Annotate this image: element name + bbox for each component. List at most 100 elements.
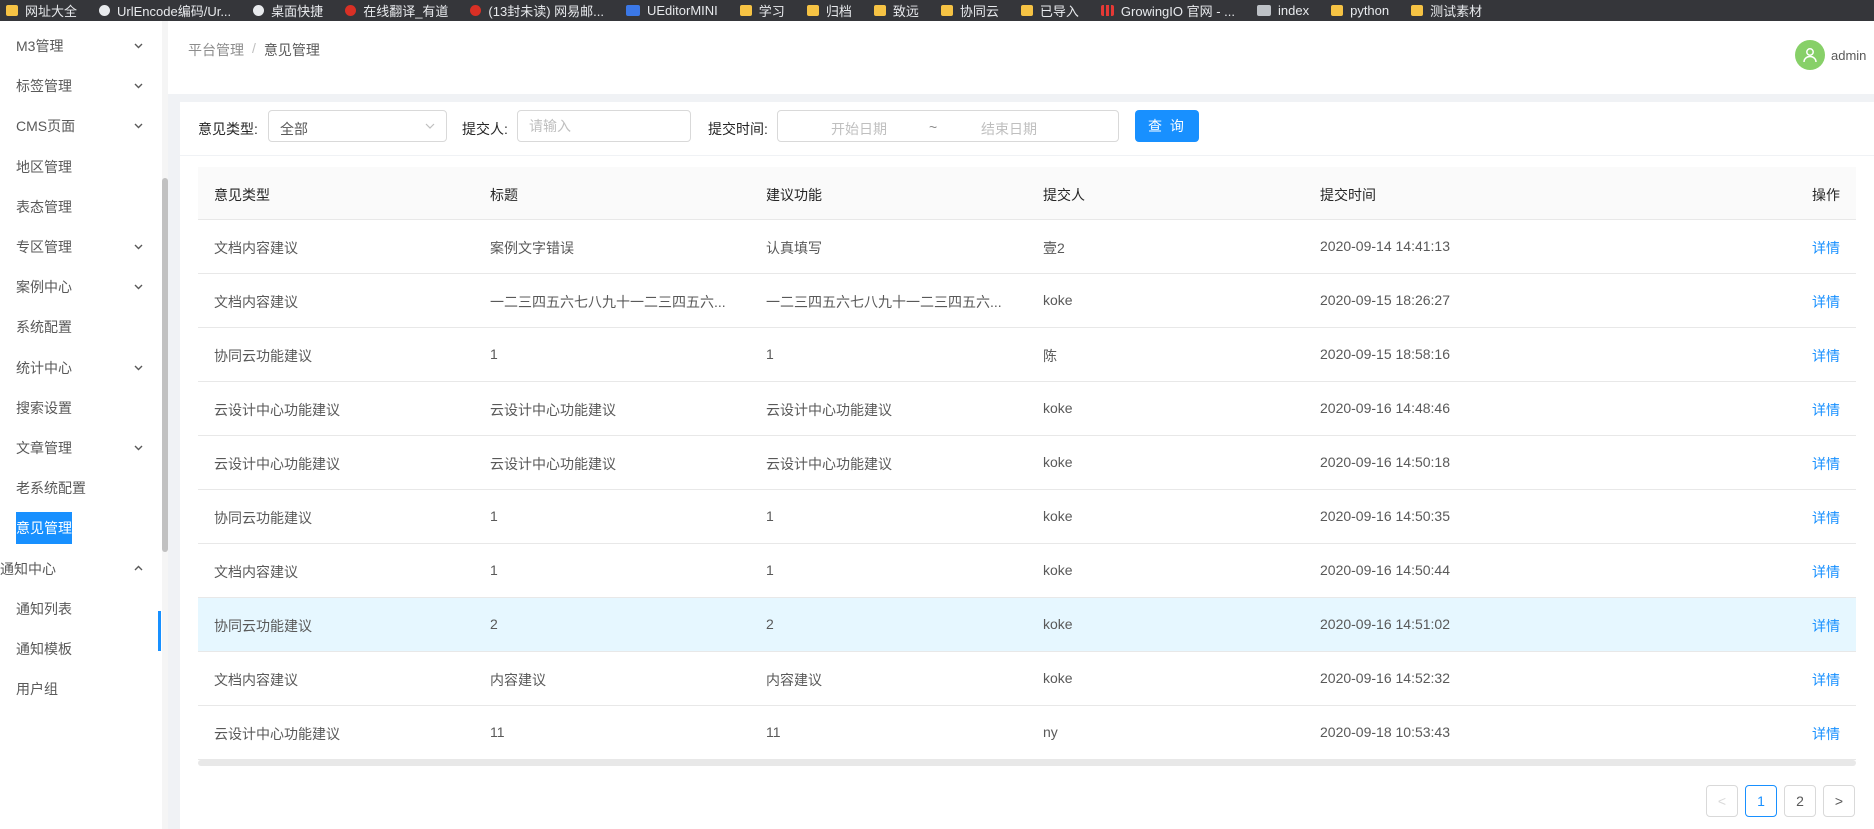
sidebar-item[interactable]: M3管理 [0, 28, 160, 64]
code-icon [1257, 5, 1272, 16]
cell-time: 2020-09-16 14:50:44 [1320, 562, 1450, 578]
prev-page-button[interactable]: < [1706, 785, 1738, 817]
bookmark-item[interactable]: 已导入 [1020, 0, 1079, 21]
bookmark-item[interactable]: 归档 [806, 0, 852, 21]
cell-submitter: ny [1043, 724, 1058, 740]
bookmark-label: (13封未读) 网易邮... [488, 4, 604, 19]
sidebar-item[interactable]: 案例中心 [0, 269, 160, 305]
start-date-input[interactable]: 开始日期 [831, 119, 887, 139]
folder-icon [1331, 5, 1344, 16]
folder-icon [1020, 5, 1033, 16]
sidebar-item[interactable]: 文章管理 [0, 430, 160, 466]
table-horizontal-scrollbar[interactable] [198, 760, 1856, 766]
bookmark-label: 已导入 [1039, 4, 1079, 19]
sidebar-scrollbar-thumb[interactable] [162, 178, 168, 552]
table-row: 云设计中心功能建议 11 11 ny 2020-09-18 10:53:43 详情 [198, 706, 1856, 760]
date-range-picker[interactable]: 开始日期 ~ 结束日期 [777, 110, 1119, 142]
breadcrumb-item-platform[interactable]: 平台管理 [188, 40, 244, 60]
chevron-down-icon [425, 123, 435, 129]
sidebar-item[interactable]: 标签管理 [0, 68, 160, 104]
sidebar-item-label: 文章管理 [16, 440, 72, 456]
bookmark-item[interactable]: 在线翻译_有道 [345, 0, 448, 21]
detail-link[interactable]: 详情 [1812, 616, 1840, 636]
page-2-button[interactable]: 2 [1784, 785, 1816, 817]
cell-time: 2020-09-18 10:53:43 [1320, 724, 1450, 740]
bookmark-item[interactable]: 协同云 [940, 0, 999, 21]
netease-icon [470, 5, 482, 16]
user-name[interactable]: admin [1831, 48, 1866, 63]
cell-title: 11 [490, 724, 505, 740]
cell-title: 1 [490, 508, 498, 524]
bookmark-item[interactable]: 测试素材 [1411, 0, 1482, 21]
sidebar-item-label: CMS页面 [16, 118, 76, 135]
sidebar-item[interactable]: 老系统配置 [0, 470, 160, 506]
sidebar-active-indicator [158, 611, 161, 651]
sidebar-item-label: 统计中心 [16, 359, 72, 376]
sidebar: M3管理标签管理 CMS页面地区管理表态管理专区管理案例中心系统配置统计中心搜索设… [0, 21, 168, 829]
page-1-button[interactable]: 1 [1745, 785, 1777, 817]
submitter-input[interactable] [517, 110, 691, 142]
detail-link[interactable]: 详情 [1812, 400, 1840, 420]
bookmark-label: 测试素材 [1430, 4, 1483, 19]
chevron-down-icon [134, 444, 143, 452]
sidebar-item[interactable]: 搜索设置 [0, 390, 160, 426]
table-card: 意见类型 标题 建议功能 提交人 提交时间 操作 文档内容建议 案例文字错误 认真填… [180, 156, 1874, 829]
column-header-action: 操作 [1812, 187, 1840, 203]
cell-title: 内容建议 [490, 672, 546, 688]
table-row: 协同云功能建议 1 1 陈 2020-09-15 18:58:16 详情 [198, 328, 1856, 382]
cell-submitter: koke [1043, 292, 1073, 308]
cell-submitter: koke [1043, 616, 1073, 632]
detail-link[interactable]: 详情 [1812, 238, 1840, 258]
detail-link[interactable]: 详情 [1812, 508, 1840, 528]
bookmark-label: python [1350, 3, 1390, 18]
avatar[interactable] [1795, 40, 1825, 70]
sidebar-item-label: 标签管理 [16, 78, 72, 95]
bookmark-item[interactable]: 网址大全 [6, 0, 77, 21]
sidebar-item[interactable]: 专区管理 [0, 229, 160, 265]
sidebar-item[interactable]: 用户组 [0, 671, 160, 707]
sidebar-item[interactable]: CMS页面 [0, 108, 160, 144]
chevron-down-icon [134, 82, 143, 90]
cell-submitter: 陈 [1043, 348, 1057, 364]
sidebar-item[interactable]: 统计中心 [0, 350, 160, 386]
detail-link[interactable]: 详情 [1812, 292, 1840, 312]
bookmark-item[interactable]: UEditorMINI [626, 0, 718, 21]
chevron-down-icon [134, 364, 143, 372]
user-menu[interactable]: admin [1795, 40, 1866, 70]
sidebar-item[interactable]: 意见管理 [0, 510, 160, 546]
bookmark-item[interactable]: UrlEncode编码/Ur... [99, 0, 231, 21]
cell-time: 2020-09-16 14:51:02 [1320, 616, 1450, 632]
detail-link[interactable]: 详情 [1812, 724, 1840, 744]
query-button[interactable]: 查 询 [1135, 110, 1199, 142]
bookmark-item[interactable]: python [1331, 0, 1389, 21]
cell-feature: 云设计中心功能建议 [766, 456, 892, 472]
table-row: 文档内容建议 一二三四五六七八九十一二三四五六... 一二三四五六七八九十一二三四五… [198, 274, 1856, 328]
bookmark-item[interactable]: GrowingIO 官网 - ... [1100, 0, 1235, 21]
column-header-time: 提交时间 [1320, 187, 1376, 203]
youdao-icon [345, 5, 357, 16]
bookmark-item[interactable]: index [1257, 0, 1309, 21]
column-header-title: 标题 [490, 187, 518, 203]
sidebar-item[interactable]: 表态管理 [0, 189, 160, 225]
bookmark-item[interactable]: (13封未读) 网易邮... [470, 0, 604, 21]
cell-feature: 2 [766, 616, 774, 632]
cell-feature: 1 [766, 562, 774, 578]
sidebar-item[interactable]: 通知列表 [0, 591, 160, 627]
bookmark-item[interactable]: 致远 [873, 0, 919, 21]
type-select[interactable]: 全部 [268, 110, 447, 142]
sidebar-item[interactable]: 通知中心 [0, 551, 160, 587]
next-page-button[interactable]: > [1823, 785, 1855, 817]
sidebar-item[interactable]: 系统配置 [0, 309, 160, 345]
sidebar-item[interactable]: 地区管理 [0, 149, 160, 185]
detail-link[interactable]: 详情 [1812, 346, 1840, 366]
bookmark-item[interactable]: 桌面快捷 [253, 0, 323, 21]
sidebar-item-label: 地区管理 [16, 158, 72, 175]
detail-link[interactable]: 详情 [1812, 670, 1840, 690]
cell-submitter: koke [1043, 400, 1073, 416]
time-filter-label: 提交时间: [708, 121, 768, 137]
detail-link[interactable]: 详情 [1812, 562, 1840, 582]
sidebar-item[interactable]: 通知模板 [0, 631, 160, 667]
end-date-input[interactable]: 结束日期 [981, 119, 1037, 139]
detail-link[interactable]: 详情 [1812, 454, 1840, 474]
bookmark-item[interactable]: 学习 [739, 0, 785, 21]
